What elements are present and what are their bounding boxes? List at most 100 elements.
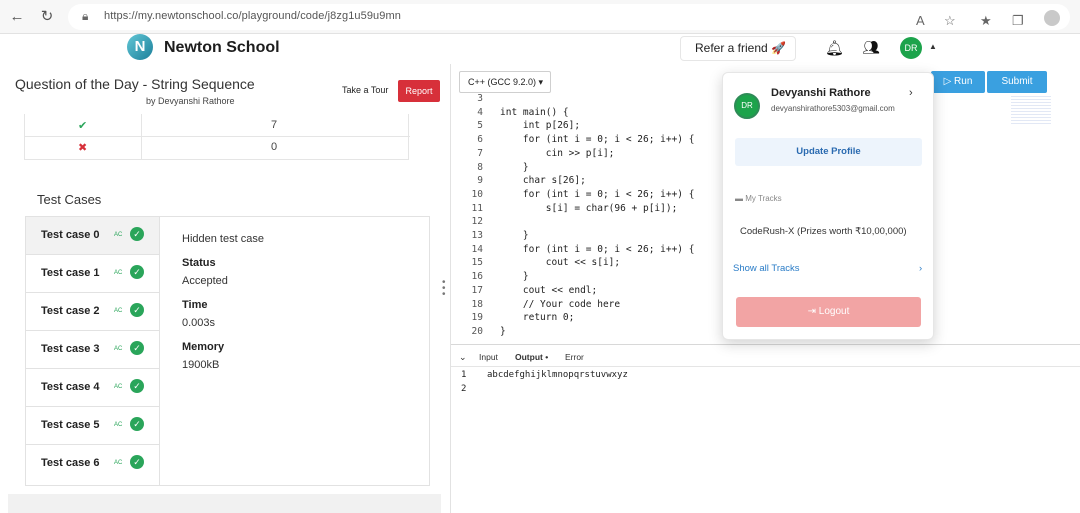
code-text[interactable]: } bbox=[500, 325, 506, 339]
report-button[interactable]: Report bbox=[398, 80, 440, 102]
test-case-list: Test case 0 AC ✓ Test case 1 AC ✓ Test c… bbox=[26, 217, 160, 485]
line-number: 19 bbox=[471, 312, 483, 324]
results-table: ✔ 7 ✖ 0 bbox=[24, 114, 410, 160]
line-number: 14 bbox=[471, 243, 483, 255]
editor-splitter[interactable] bbox=[451, 344, 1080, 345]
line-number: 6 bbox=[477, 134, 483, 146]
line-number: 16 bbox=[471, 271, 483, 283]
user-avatar[interactable]: DR bbox=[900, 37, 922, 59]
profile-avatar[interactable]: DR bbox=[734, 93, 760, 119]
passed-count: 7 bbox=[271, 119, 278, 131]
line-number: 3 bbox=[477, 93, 483, 104]
take-tour-button[interactable]: Take a Tour bbox=[342, 85, 388, 95]
community-icon[interactable]: 👥︎ bbox=[862, 39, 880, 56]
chevron-right-icon[interactable]: › bbox=[909, 87, 913, 99]
panel-footer bbox=[8, 494, 441, 513]
code-text[interactable]: for (int i = 0; i < 26; i++) { bbox=[500, 188, 695, 202]
tab-error[interactable]: Error bbox=[565, 352, 584, 362]
check-icon: ✓ bbox=[130, 341, 144, 355]
logout-label: Logout bbox=[818, 306, 850, 317]
code-text[interactable]: int main() { bbox=[500, 106, 569, 120]
question-author: by Devyanshi Rathore bbox=[146, 96, 235, 106]
test-case-3[interactable]: Test case 3 AC ✓ bbox=[26, 331, 159, 369]
bell-icon[interactable]: 🔔︎ bbox=[825, 39, 844, 57]
submit-button[interactable]: Submit bbox=[987, 71, 1047, 93]
test-case-0[interactable]: Test case 0 AC ✓ bbox=[26, 217, 159, 255]
ac-badge: AC bbox=[114, 232, 123, 238]
status-label: Status bbox=[182, 257, 216, 269]
code-text[interactable]: } bbox=[500, 161, 529, 175]
ac-badge: AC bbox=[114, 308, 123, 314]
track-item[interactable]: CodeRush-X (Prizes worth ₹10,00,000) bbox=[740, 226, 907, 237]
caret-up-icon[interactable]: ▲ bbox=[929, 42, 937, 51]
tab-output[interactable]: Output • bbox=[515, 352, 548, 362]
minimap[interactable] bbox=[1011, 96, 1051, 126]
drag-handle-icon[interactable]: • • • bbox=[442, 278, 446, 300]
show-all-tracks-link[interactable]: Show all Tracks bbox=[733, 263, 800, 274]
my-tracks-label: ▬ My Tracks bbox=[735, 194, 782, 203]
test-case-5[interactable]: Test case 5 AC ✓ bbox=[26, 407, 159, 445]
check-icon: ✓ bbox=[130, 379, 144, 393]
check-circle-icon: ✔ bbox=[78, 120, 88, 132]
question-panel: Question of the Day - String Sequence by… bbox=[0, 64, 448, 513]
code-text[interactable]: cout << s[i]; bbox=[500, 256, 620, 270]
check-icon: ✓ bbox=[130, 303, 144, 317]
code-text[interactable]: cout << endl; bbox=[500, 284, 597, 298]
test-case-label: Test case 0 bbox=[41, 229, 100, 241]
ac-badge: AC bbox=[114, 346, 123, 352]
line-number: 10 bbox=[471, 188, 483, 200]
brand-name[interactable]: Newton School bbox=[164, 39, 280, 57]
test-case-label: Test case 2 bbox=[41, 305, 100, 317]
browser-toolbar: ← ↻ 🔒︎ https://my.newtonschool.co/playgr… bbox=[0, 0, 1080, 34]
line-number: 13 bbox=[471, 230, 483, 241]
tracks-icon: ▬ bbox=[735, 194, 746, 203]
url-text[interactable]: https://my.newtonschool.co/playground/co… bbox=[104, 10, 401, 22]
memory-label: Memory bbox=[182, 341, 225, 353]
my-tracks-text: My Tracks bbox=[745, 194, 782, 203]
check-icon: ✓ bbox=[130, 227, 144, 241]
address-bar[interactable]: 🔒︎ https://my.newtonschool.co/playground… bbox=[68, 4, 1070, 30]
test-case-4[interactable]: Test case 4 AC ✓ bbox=[26, 369, 159, 407]
profile-name[interactable]: Devyanshi Rathore bbox=[771, 87, 871, 99]
ac-badge: AC bbox=[114, 422, 123, 428]
code-text[interactable]: } bbox=[500, 229, 529, 243]
favorite-icon[interactable]: ☆ bbox=[944, 13, 956, 29]
code-text[interactable]: char s[26]; bbox=[500, 174, 586, 188]
read-aloud-icon[interactable]: A bbox=[916, 13, 925, 28]
ac-badge: AC bbox=[114, 270, 123, 276]
ac-badge: AC bbox=[114, 384, 123, 390]
code-text[interactable]: int p[26]; bbox=[500, 119, 580, 133]
test-case-1[interactable]: Test case 1 AC ✓ bbox=[26, 255, 159, 293]
browser-profile-icon[interactable] bbox=[1044, 10, 1060, 26]
chevron-down-icon[interactable]: ⌄ bbox=[459, 352, 467, 363]
newton-logo[interactable]: N bbox=[127, 34, 153, 60]
test-case-6[interactable]: Test case 6 AC ✓ bbox=[26, 445, 159, 483]
language-select[interactable]: C++ (GCC 9.2.0) ▾ bbox=[459, 71, 551, 93]
logout-button[interactable]: ⇥ Logout bbox=[736, 297, 921, 327]
line-number: 7 bbox=[477, 147, 483, 159]
line-number: 5 bbox=[477, 120, 483, 132]
collections-icon[interactable]: ❐ bbox=[1012, 13, 1024, 29]
code-text[interactable]: s[i] = char(96 + p[i]); bbox=[500, 202, 678, 216]
code-text[interactable]: } bbox=[500, 270, 529, 284]
update-profile-button[interactable]: Update Profile bbox=[735, 138, 922, 166]
ac-badge: AC bbox=[114, 460, 123, 466]
run-button[interactable]: ▷ Run bbox=[931, 71, 985, 93]
reload-icon[interactable]: ↻ bbox=[38, 8, 56, 26]
favorites-icon[interactable]: ★ bbox=[980, 13, 992, 29]
back-icon[interactable]: ← bbox=[8, 8, 26, 26]
test-case-2[interactable]: Test case 2 AC ✓ bbox=[26, 293, 159, 331]
test-case-label: Test case 1 bbox=[41, 267, 100, 279]
line-number: 4 bbox=[477, 106, 483, 118]
code-text[interactable]: for (int i = 0; i < 26; i++) { bbox=[500, 133, 695, 147]
tab-input[interactable]: Input bbox=[479, 352, 498, 362]
code-text[interactable]: cin >> p[i]; bbox=[500, 147, 615, 161]
code-text[interactable]: for (int i = 0; i < 26; i++) { bbox=[500, 243, 695, 257]
code-text[interactable]: // Your code here bbox=[500, 298, 620, 312]
status-value: Accepted bbox=[182, 275, 228, 287]
test-cases-heading: Test Cases bbox=[37, 192, 102, 207]
line-number: 12 bbox=[471, 216, 483, 228]
chevron-right-icon[interactable]: › bbox=[919, 263, 922, 274]
refer-friend-button[interactable]: Refer a friend 🚀 bbox=[680, 36, 796, 61]
code-text[interactable]: return 0; bbox=[500, 311, 574, 325]
